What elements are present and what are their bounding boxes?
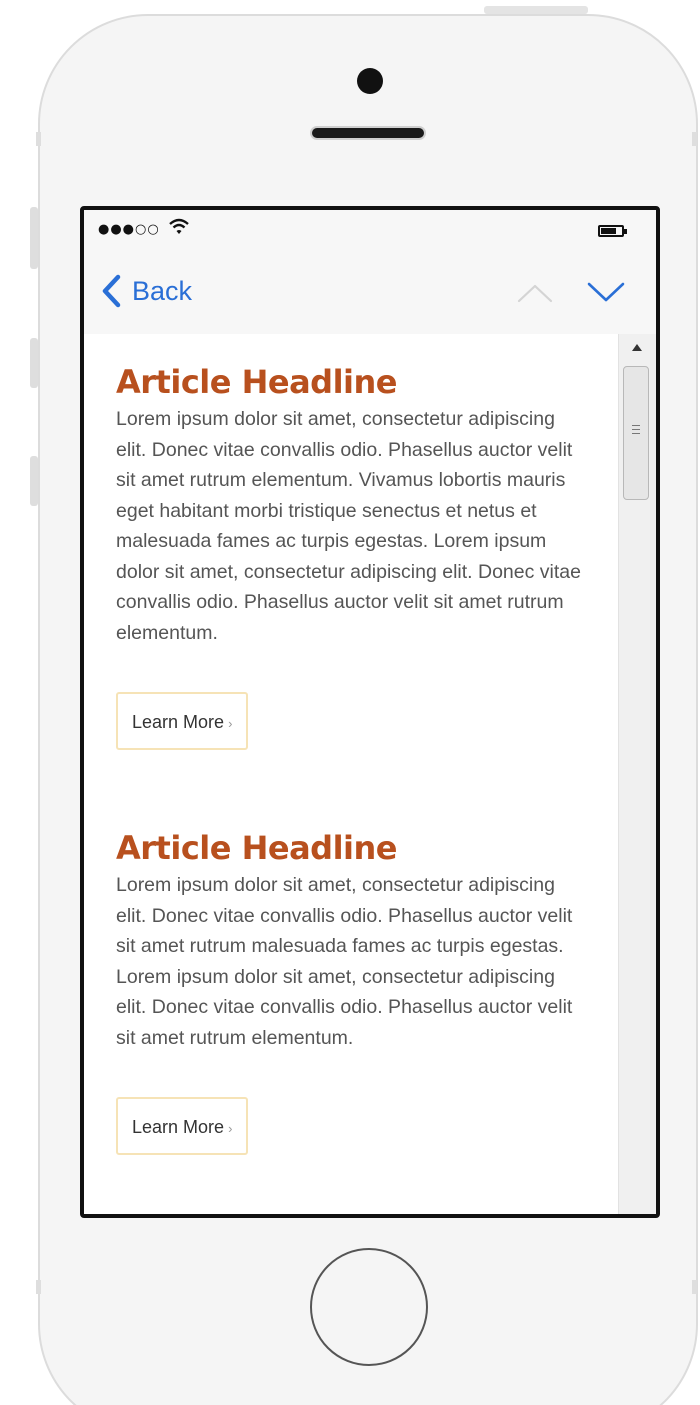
chevron-up-icon[interactable] — [516, 282, 554, 304]
mute-switch — [30, 207, 38, 269]
signal-strength: ●●●○○ — [98, 222, 160, 237]
volume-down-button — [30, 456, 38, 506]
status-bar: ●●●○○ — [84, 210, 656, 252]
chevron-left-icon — [102, 274, 121, 308]
phone-screen: ●●●○○ Back Article Headline Lorem ipsum … — [80, 206, 660, 1218]
back-button[interactable]: Back — [100, 274, 192, 308]
article-body: Lorem ipsum dolor sit amet, consectetur … — [116, 408, 581, 644]
article-list[interactable]: Article Headline Lorem ipsum dolor sit a… — [84, 334, 618, 1214]
article-headline[interactable]: Article Headline — [116, 362, 586, 402]
scrollbar[interactable] — [618, 334, 656, 1214]
learn-more-button[interactable]: Learn More › — [116, 1097, 249, 1155]
article-headline[interactable]: Article Headline — [116, 828, 586, 868]
back-label: Back — [132, 275, 193, 306]
earpiece-speaker — [310, 126, 426, 140]
power-button — [484, 6, 588, 14]
scroll-up-arrow-icon[interactable] — [632, 344, 642, 351]
antenna-line — [36, 1280, 41, 1294]
volume-up-button — [30, 338, 38, 388]
wifi-icon — [169, 218, 189, 234]
learn-more-label: Learn More — [132, 1117, 225, 1137]
article-card: Article Headline Lorem ipsum dolor sit a… — [116, 362, 586, 750]
chevron-right-icon: › — [228, 1121, 233, 1136]
article-body: Lorem ipsum dolor sit amet, consectetur … — [116, 874, 573, 1049]
learn-more-label: Learn More — [132, 712, 225, 732]
learn-more-button[interactable]: Learn More › — [116, 692, 249, 750]
antenna-line — [36, 132, 41, 146]
chevron-down-icon[interactable] — [586, 280, 626, 304]
home-button[interactable] — [310, 1248, 428, 1366]
navigation-bar: Back — [84, 252, 656, 334]
battery-icon — [598, 225, 627, 237]
antenna-line — [692, 132, 697, 146]
chevron-right-icon: › — [228, 716, 233, 731]
grip-icon — [632, 425, 640, 437]
scroll-thumb[interactable] — [623, 366, 649, 500]
front-camera — [357, 68, 383, 94]
article-card: Article Headline Lorem ipsum dolor sit a… — [116, 828, 586, 1155]
antenna-line — [692, 1280, 697, 1294]
